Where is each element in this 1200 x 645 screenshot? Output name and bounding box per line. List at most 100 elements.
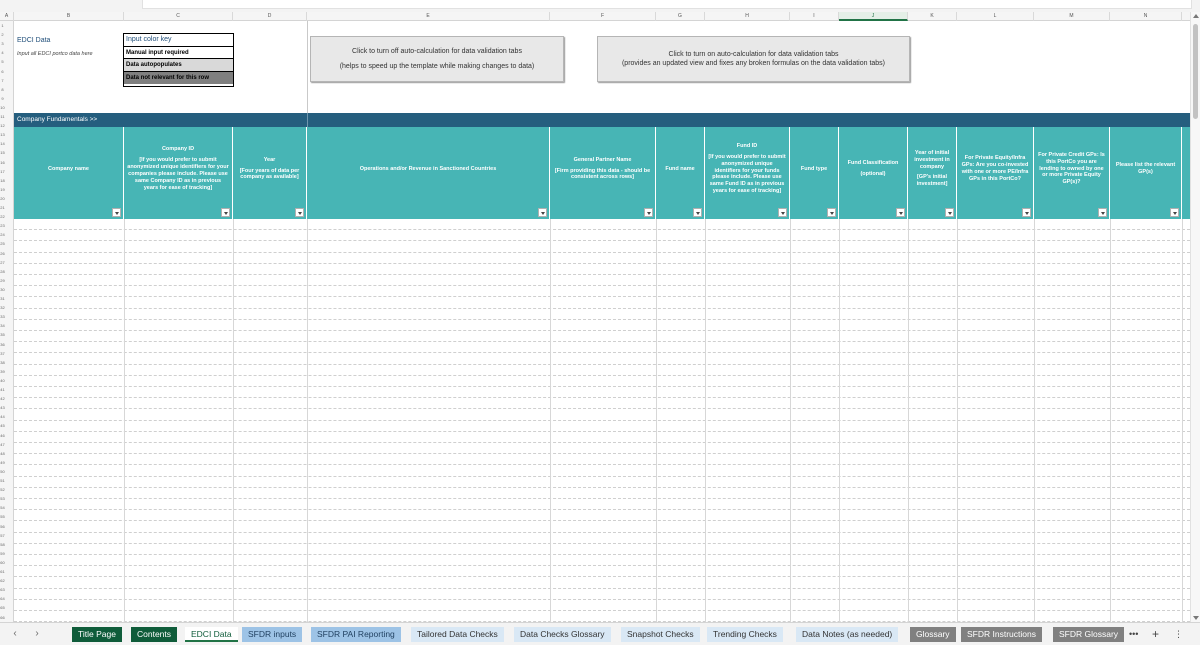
next-sheet-icon[interactable]: › — [30, 627, 44, 641]
row-number[interactable]: 56 — [0, 522, 5, 531]
row-number[interactable]: 11 — [0, 112, 5, 121]
sheet-tab-contents[interactable]: Contents — [131, 627, 178, 642]
row-number[interactable]: 23 — [0, 221, 5, 230]
row-number[interactable]: 5 — [0, 57, 5, 66]
table-row[interactable] — [14, 488, 1190, 499]
row-number[interactable]: 4 — [0, 48, 5, 57]
row-number[interactable]: 39 — [0, 367, 5, 376]
table-row[interactable] — [14, 297, 1190, 309]
table-row[interactable] — [14, 331, 1190, 343]
column-header-h[interactable]: H — [705, 12, 790, 21]
row-number[interactable]: 35 — [0, 330, 5, 339]
row-number[interactable]: 62 — [0, 576, 5, 585]
sheet-tab-tailored-data-checks[interactable]: Tailored Data Checks — [411, 627, 504, 642]
row-number[interactable]: 59 — [0, 549, 5, 558]
sheet-grid[interactable]: EDCI Data Input all EDCI portco data her… — [14, 21, 1190, 622]
table-row[interactable] — [14, 589, 1190, 600]
row-number[interactable]: 1 — [0, 21, 5, 30]
sheet-options-icon[interactable]: ⋮ — [1174, 627, 1183, 642]
row-number[interactable]: 51 — [0, 476, 5, 485]
column-header-e[interactable]: E — [307, 12, 550, 21]
row-number[interactable]: 6 — [0, 67, 5, 76]
row-number[interactable]: 43 — [0, 403, 5, 412]
table-row[interactable] — [14, 353, 1190, 365]
vertical-scrollbar[interactable] — [1190, 12, 1200, 622]
row-number[interactable]: 61 — [0, 567, 5, 576]
column-header-k[interactable]: K — [908, 12, 957, 21]
sheet-tab-data-notes-as-needed[interactable]: Data Notes (as needed) — [796, 627, 899, 642]
turn-off-autocalc-button[interactable]: Click to turn off auto-calculation for d… — [310, 36, 564, 82]
filter-dropdown-icon[interactable] — [221, 208, 230, 217]
column-header-b[interactable]: B — [14, 12, 124, 21]
filter-dropdown-icon[interactable] — [538, 208, 547, 217]
row-number[interactable]: 38 — [0, 358, 5, 367]
row-number[interactable]: 41 — [0, 385, 5, 394]
table-row[interactable] — [14, 533, 1190, 544]
column-header-m[interactable]: M — [1034, 12, 1110, 21]
row-number[interactable]: 31 — [0, 294, 5, 303]
column-header-i[interactable]: I — [790, 12, 839, 21]
sheet-tab-sfdr-glossary[interactable]: SFDR Glossary — [1053, 627, 1125, 642]
table-row[interactable] — [14, 409, 1190, 421]
filter-dropdown-icon[interactable] — [778, 208, 787, 217]
table-row[interactable] — [14, 309, 1190, 320]
prev-sheet-icon[interactable]: ‹ — [8, 627, 22, 641]
table-row[interactable] — [14, 376, 1190, 387]
table-row[interactable] — [14, 275, 1190, 287]
row-number[interactable]: 25 — [0, 239, 5, 248]
scroll-thumb[interactable] — [1193, 24, 1198, 119]
row-number[interactable]: 7 — [0, 76, 5, 85]
table-row[interactable] — [14, 230, 1190, 242]
column-header-j[interactable]: J — [839, 12, 908, 21]
table-row[interactable] — [14, 566, 1190, 578]
table-row[interactable] — [14, 320, 1190, 331]
column-header-a[interactable]: A — [0, 12, 14, 21]
row-number[interactable]: 3 — [0, 39, 5, 48]
table-row[interactable] — [14, 465, 1190, 477]
row-number[interactable]: 34 — [0, 321, 5, 330]
table-row[interactable] — [14, 264, 1190, 275]
sheet-tab-data-checks-glossary[interactable]: Data Checks Glossary — [514, 627, 611, 642]
sheet-tab-glossary[interactable]: Glossary — [910, 627, 956, 642]
table-row[interactable] — [14, 342, 1190, 354]
table-row[interactable] — [14, 454, 1190, 466]
row-number[interactable]: 18 — [0, 176, 5, 185]
row-number[interactable]: 20 — [0, 194, 5, 203]
table-row[interactable] — [14, 510, 1190, 522]
table-row[interactable] — [14, 611, 1190, 622]
row-number[interactable]: 24 — [0, 230, 5, 239]
row-number[interactable]: 37 — [0, 349, 5, 358]
table-row[interactable] — [14, 241, 1190, 253]
row-number[interactable]: 33 — [0, 312, 5, 321]
row-number[interactable]: 50 — [0, 467, 5, 476]
filter-dropdown-icon[interactable] — [644, 208, 653, 217]
sheet-tab-edci-data[interactable]: EDCI Data — [185, 627, 238, 642]
sheet-tab-sfdr-pai-reporting[interactable]: SFDR PAI Reporting — [311, 627, 401, 642]
table-row[interactable] — [14, 577, 1190, 589]
table-row[interactable] — [14, 499, 1190, 511]
row-number[interactable]: 19 — [0, 185, 5, 194]
filter-dropdown-icon[interactable] — [827, 208, 836, 217]
row-number[interactable]: 55 — [0, 512, 5, 521]
row-number[interactable]: 44 — [0, 412, 5, 421]
column-header-f[interactable]: F — [550, 12, 656, 21]
row-number[interactable]: 9 — [0, 94, 5, 103]
sheet-tab-snapshot-checks[interactable]: Snapshot Checks — [621, 627, 700, 642]
column-header-g[interactable]: G — [656, 12, 705, 21]
row-number[interactable]: 53 — [0, 494, 5, 503]
row-number[interactable]: 40 — [0, 376, 5, 385]
table-row[interactable] — [14, 555, 1190, 567]
table-row[interactable] — [14, 421, 1190, 432]
table-row[interactable] — [14, 398, 1190, 410]
sheet-tab-sfdr-inputs[interactable]: SFDR inputs — [242, 627, 303, 642]
row-number[interactable]: 52 — [0, 485, 5, 494]
row-number[interactable]: 49 — [0, 458, 5, 467]
row-number[interactable]: 21 — [0, 203, 5, 212]
row-number[interactable]: 14 — [0, 139, 5, 148]
row-number[interactable]: 36 — [0, 340, 5, 349]
table-row[interactable] — [14, 387, 1190, 399]
row-number[interactable]: 26 — [0, 249, 5, 258]
row-number[interactable]: 2 — [0, 30, 5, 39]
row-number[interactable]: 66 — [0, 613, 5, 622]
row-number[interactable]: 12 — [0, 121, 5, 130]
